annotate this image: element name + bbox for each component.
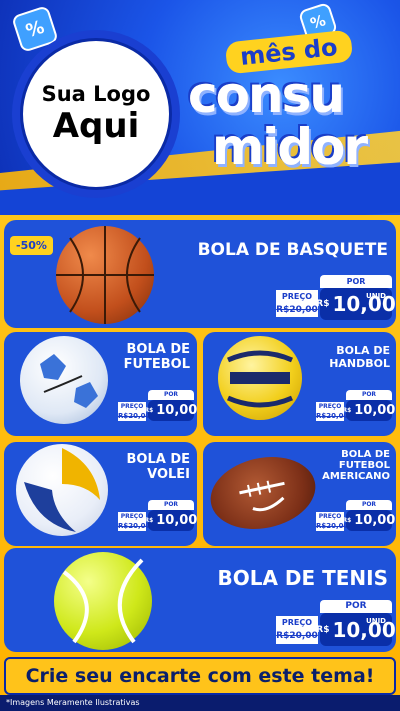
- product-title: BOLA DE FUTEBOL: [123, 342, 190, 372]
- campaign-title: mês do consu midor: [186, 29, 391, 176]
- por-label: POR: [320, 275, 392, 288]
- handball-image: [218, 336, 302, 420]
- logo-placeholder: Sua Logo Aqui: [12, 30, 180, 198]
- price-box: POR PREÇO R$20,00 R$ 10,00: [118, 500, 198, 531]
- preco-label: PREÇO: [276, 290, 318, 303]
- new-price: R$ 10,00 UNID: [316, 288, 396, 320]
- price-box: POR PREÇO R$20,00 R$ 10,00: [316, 390, 396, 421]
- campaign-word1: consu: [188, 66, 345, 124]
- header-banner: % % Sua Logo Aqui mês do consu midor: [0, 0, 400, 215]
- logo-text-line1: Sua Logo: [41, 82, 151, 106]
- tennis-ball-image: [54, 552, 152, 650]
- product-title: BOLA DE BASQUETE: [197, 240, 388, 260]
- old-price: R$20,00: [276, 303, 318, 317]
- product-title: BOLA DE VOLEI: [126, 452, 190, 482]
- product-title: BOLA DE TENIS: [217, 566, 388, 590]
- logo-text-line2: Aqui: [52, 106, 140, 146]
- price-box: POR PREÇO R$20,00 R$ 10,00: [118, 390, 198, 421]
- price-box: POR PREÇO R$20,00 R$ 10,00 UNID: [276, 275, 396, 320]
- price-box: POR PREÇO R$20,00 R$ 10,00: [316, 500, 396, 531]
- soccer-ball-image: [20, 336, 108, 424]
- price-box: POR PREÇO R$20,00 R$ 10,00 UNID: [276, 600, 396, 646]
- volleyball-image: [16, 444, 108, 536]
- disclaimer-footnote: *Imagens Meramente Ilustrativas: [0, 695, 400, 711]
- product-title: BOLA DE FUTEBOL AMERICANO: [322, 449, 390, 482]
- cta-banner[interactable]: Crie seu encarte com este tema!: [4, 657, 396, 695]
- campaign-word2: midor: [212, 118, 368, 176]
- discount-badge: -50%: [10, 236, 53, 255]
- basketball-image: [56, 226, 154, 324]
- product-title: BOLA DE HANDBOL: [329, 344, 390, 370]
